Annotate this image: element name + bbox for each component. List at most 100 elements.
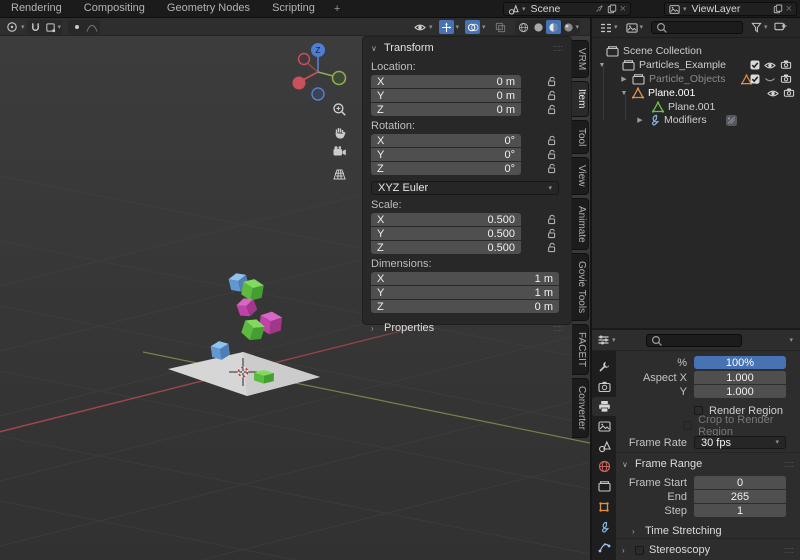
collapse-icon[interactable]: ∨ (371, 44, 379, 53)
toggle-perspective-button[interactable] (330, 165, 348, 183)
outliner-row-plane-mesh-data[interactable]: Plane.001 (592, 100, 800, 114)
properties-options-arrow[interactable]: ▾ (789, 337, 793, 344)
row-label[interactable]: Plane.001 (648, 87, 695, 99)
aspect-x-field[interactable]: 1.000 (694, 371, 786, 384)
scene-dropdown-arrow[interactable]: ▾ (522, 6, 526, 13)
row-label[interactable]: Scene Collection (623, 45, 702, 57)
shading-rendered-button[interactable] (561, 20, 576, 34)
row-label[interactable]: Particles_Example (639, 59, 726, 71)
hide-eye-closed-icon[interactable] (764, 74, 776, 85)
time-stretching-panel-header[interactable]: › Time Stretching (632, 524, 794, 538)
gizmo-negz-ball[interactable] (312, 88, 324, 100)
outliner-row-scene-collection[interactable]: Scene Collection (592, 44, 800, 58)
lock-icon[interactable] (547, 104, 557, 115)
row-label[interactable]: Plane.001 (668, 101, 715, 113)
lock-icon[interactable] (547, 90, 557, 101)
outliner-row-particle-objects[interactable]: ▶ Particle_Objects 3 (592, 72, 800, 86)
zoom-tool-button[interactable] (330, 100, 348, 118)
lock-icon[interactable] (547, 76, 557, 87)
panel-grip-icon[interactable]: :::: (784, 460, 794, 469)
panel-grip-icon[interactable]: :::: (553, 324, 563, 333)
rotation-y-field[interactable]: Y 0° (371, 148, 521, 161)
new-collection-button[interactable] (774, 20, 787, 35)
show-gizmo-button[interactable] (439, 20, 454, 34)
object-visibility-button[interactable] (412, 20, 427, 34)
lock-icon[interactable] (547, 214, 557, 225)
xray-toggle-button[interactable] (493, 20, 508, 34)
overlays-dropdown-arrow[interactable]: ▾ (482, 24, 486, 31)
exclude-checkbox-icon[interactable] (750, 60, 760, 70)
particle-system-icon[interactable] (725, 114, 738, 127)
transform-orientation-button[interactable] (4, 20, 19, 34)
outliner-row-particles-example[interactable]: ▼ Particles_Example (592, 58, 800, 72)
crop-render-region-checkbox[interactable] (683, 421, 692, 430)
gizmo-dropdown-arrow[interactable]: ▾ (456, 24, 460, 31)
outliner-filter-button[interactable]: ▾ (751, 22, 768, 33)
panel-grip-icon[interactable]: :::: (784, 546, 794, 555)
outliner-search-input[interactable] (651, 21, 743, 34)
gizmo-x-ball[interactable] (293, 77, 306, 90)
disable-render-camera-icon[interactable] (783, 87, 795, 99)
transform-panel-header[interactable]: ∨ Transform :::: (371, 41, 563, 55)
orientation-dropdown-arrow[interactable]: ▾ (21, 24, 25, 31)
tab-output-properties[interactable] (592, 397, 616, 416)
tab-converter[interactable]: Converter (572, 378, 589, 438)
shading-material-button[interactable] (546, 20, 561, 34)
location-x-field[interactable]: X 0 m (371, 75, 521, 88)
unlink-scene-icon[interactable]: × (620, 3, 626, 15)
remove-view-layer-icon[interactable]: × (786, 3, 792, 15)
exclude-checkbox-icon[interactable] (750, 74, 760, 84)
outliner-row-plane-object[interactable]: ▼ Plane.001 (592, 86, 800, 100)
tab-tool[interactable]: Tool (572, 120, 589, 154)
disclosure-icon[interactable]: ▶ (636, 116, 644, 124)
stereoscopy-panel-header[interactable]: › Stereoscopy :::: (622, 543, 794, 557)
tab-view-layer-properties[interactable] (592, 417, 616, 436)
disable-render-camera-icon[interactable] (780, 59, 792, 71)
workspace-tab-rendering[interactable]: Rendering (0, 0, 73, 17)
lock-icon[interactable] (547, 242, 557, 253)
frame-end-field[interactable]: 265 (694, 490, 786, 503)
disclosure-icon[interactable]: ▼ (598, 62, 606, 69)
editor-type-button[interactable]: ▾ (597, 334, 616, 346)
camera-view-button[interactable] (330, 143, 348, 161)
viewport-3d[interactable]: ▾ ▾ (0, 18, 590, 560)
falloff-curve-button[interactable] (84, 20, 99, 34)
expand-icon[interactable]: › (371, 324, 379, 333)
frame-start-field[interactable]: 0 (694, 476, 786, 489)
new-scene-icon[interactable] (607, 4, 617, 14)
frame-step-field[interactable]: 1 (694, 504, 786, 517)
outliner-display-mode[interactable]: ▾ (600, 22, 618, 34)
row-label[interactable]: Modifiers (664, 114, 707, 126)
tab-govie-tools[interactable]: Govie Tools (572, 253, 589, 321)
tab-object-properties[interactable] (592, 497, 616, 516)
pin-icon[interactable] (594, 4, 604, 14)
location-y-field[interactable]: Y 0 m (371, 89, 521, 102)
visibility-dropdown-arrow[interactable]: ▾ (429, 24, 433, 31)
scale-z-field[interactable]: Z 0.500 (371, 241, 521, 254)
shading-solid-button[interactable] (531, 20, 546, 34)
snap-toggle-button[interactable] (28, 20, 43, 34)
hide-eye-icon[interactable] (764, 60, 776, 71)
tab-faceit[interactable]: FACEIT (572, 324, 589, 375)
rotation-z-field[interactable]: Z 0° (371, 162, 521, 175)
tab-world-properties[interactable] (592, 457, 616, 476)
disclosure-icon[interactable]: ▼ (620, 90, 628, 97)
resolution-slider[interactable]: 100% (694, 356, 786, 369)
scene-name[interactable]: Scene (529, 3, 591, 15)
row-label[interactable]: Particle_Objects (649, 73, 725, 85)
rotation-mode-dropdown[interactable]: XYZ Euler ▾ (371, 181, 559, 195)
tab-scene-properties[interactable] (592, 437, 616, 456)
proportional-editing-button[interactable] (69, 20, 84, 34)
view-layer-selector[interactable]: ▾ ViewLayer × (664, 2, 797, 16)
workspace-tab-compositing[interactable]: Compositing (73, 0, 156, 17)
gizmo-negx-ball[interactable] (299, 54, 310, 65)
location-z-field[interactable]: Z 0 m (371, 103, 521, 116)
pan-tool-button[interactable] (330, 123, 348, 141)
disable-render-camera-icon[interactable] (780, 73, 792, 85)
view-layer-dropdown-arrow[interactable]: ▾ (683, 6, 687, 13)
frame-rate-dropdown[interactable]: 30 fps ▾ (694, 436, 786, 449)
dimensions-x-field[interactable]: X 1 m (371, 272, 559, 285)
tab-view[interactable]: View (572, 157, 589, 195)
rotation-x-field[interactable]: X 0° (371, 134, 521, 147)
disclosure-icon[interactable]: ▶ (620, 75, 628, 83)
